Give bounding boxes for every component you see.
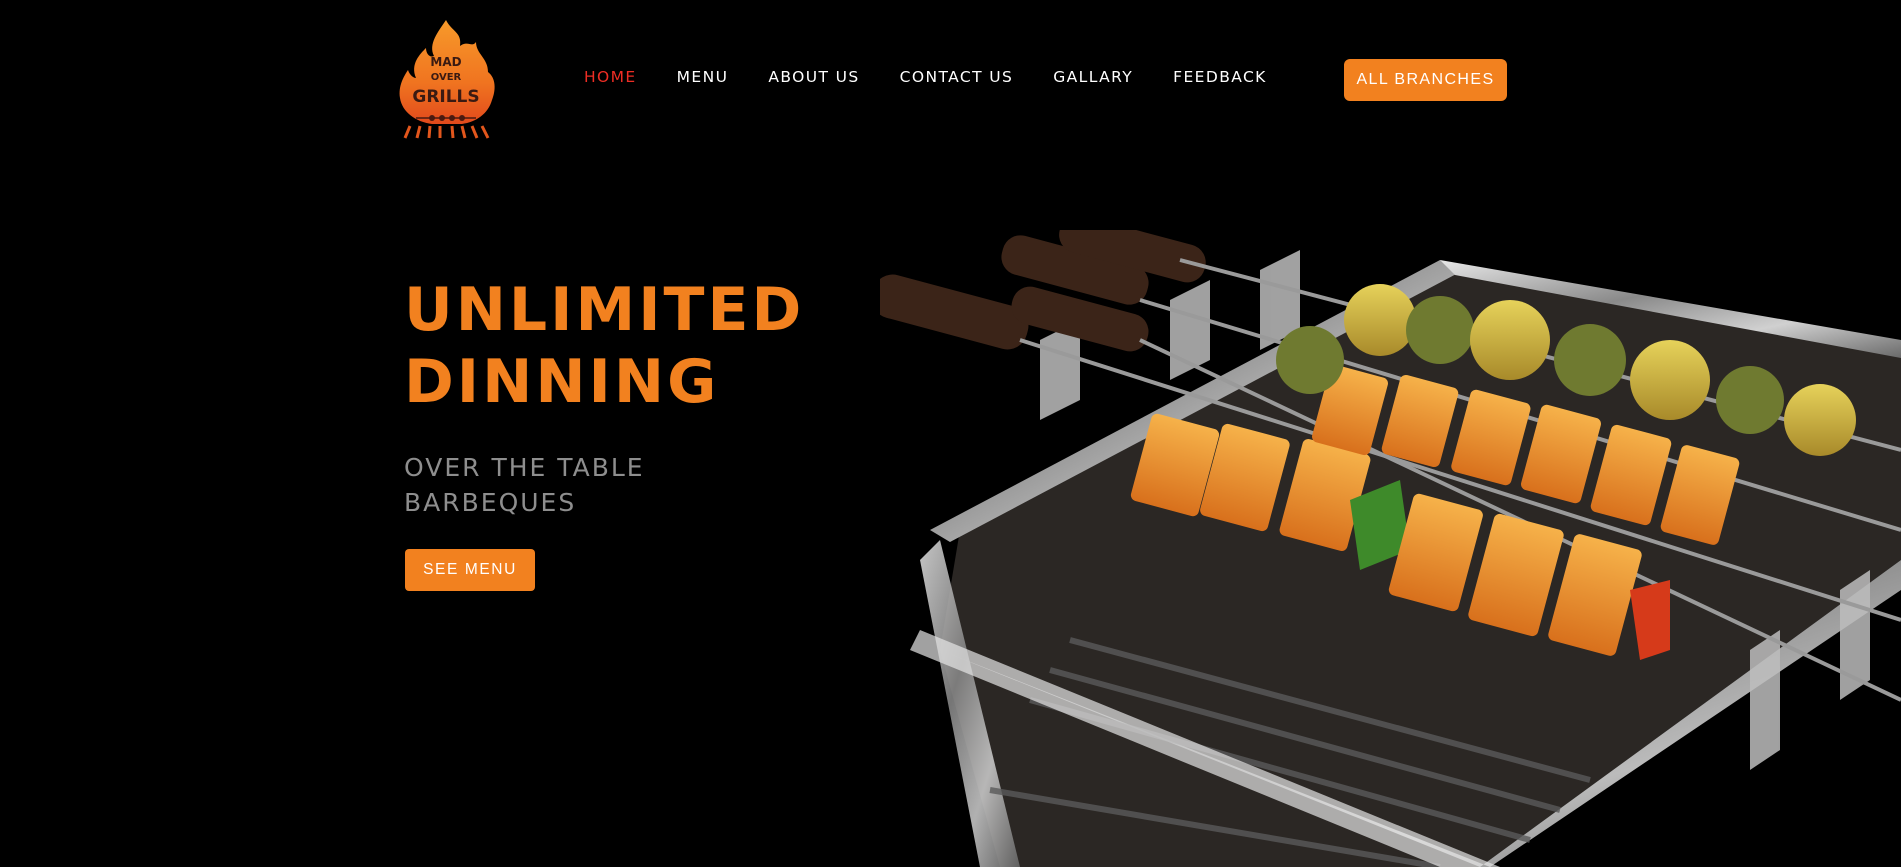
svg-text:OVER: OVER: [431, 72, 462, 83]
svg-text:MAD: MAD: [430, 55, 461, 69]
hero-subtitle: OVER THE TABLE BARBEQUES: [404, 453, 645, 517]
svg-text:GRILLS: GRILLS: [412, 87, 479, 107]
see-menu-button[interactable]: SEE MENU: [405, 549, 535, 591]
nav-item-menu[interactable]: MENU: [677, 68, 729, 86]
main-nav: HOME MENU ABOUT US CONTACT US GALLARY FE…: [584, 68, 1307, 86]
page: MAD OVER GRILLS HOME MENU ABOUT US CONTA…: [0, 0, 1901, 867]
flame-logo-icon: MAD OVER GRILLS: [399, 20, 495, 139]
grill-skewers-icon: [880, 230, 1901, 867]
nav-item-feedback[interactable]: FEEDBACK: [1173, 68, 1267, 86]
hero-title: UNLIMITED DINNING: [404, 275, 805, 417]
nav-item-home[interactable]: HOME: [584, 68, 637, 86]
nav-item-contact-us[interactable]: CONTACT US: [900, 68, 1014, 86]
all-branches-button[interactable]: ALL BRANCHES: [1344, 59, 1507, 101]
grill-skewers-photo: [880, 230, 1901, 867]
nav-item-about-us[interactable]: ABOUT US: [768, 68, 859, 86]
mad-over-grills-logo[interactable]: MAD OVER GRILLS: [396, 18, 498, 140]
nav-item-gallary[interactable]: GALLARY: [1053, 68, 1133, 86]
